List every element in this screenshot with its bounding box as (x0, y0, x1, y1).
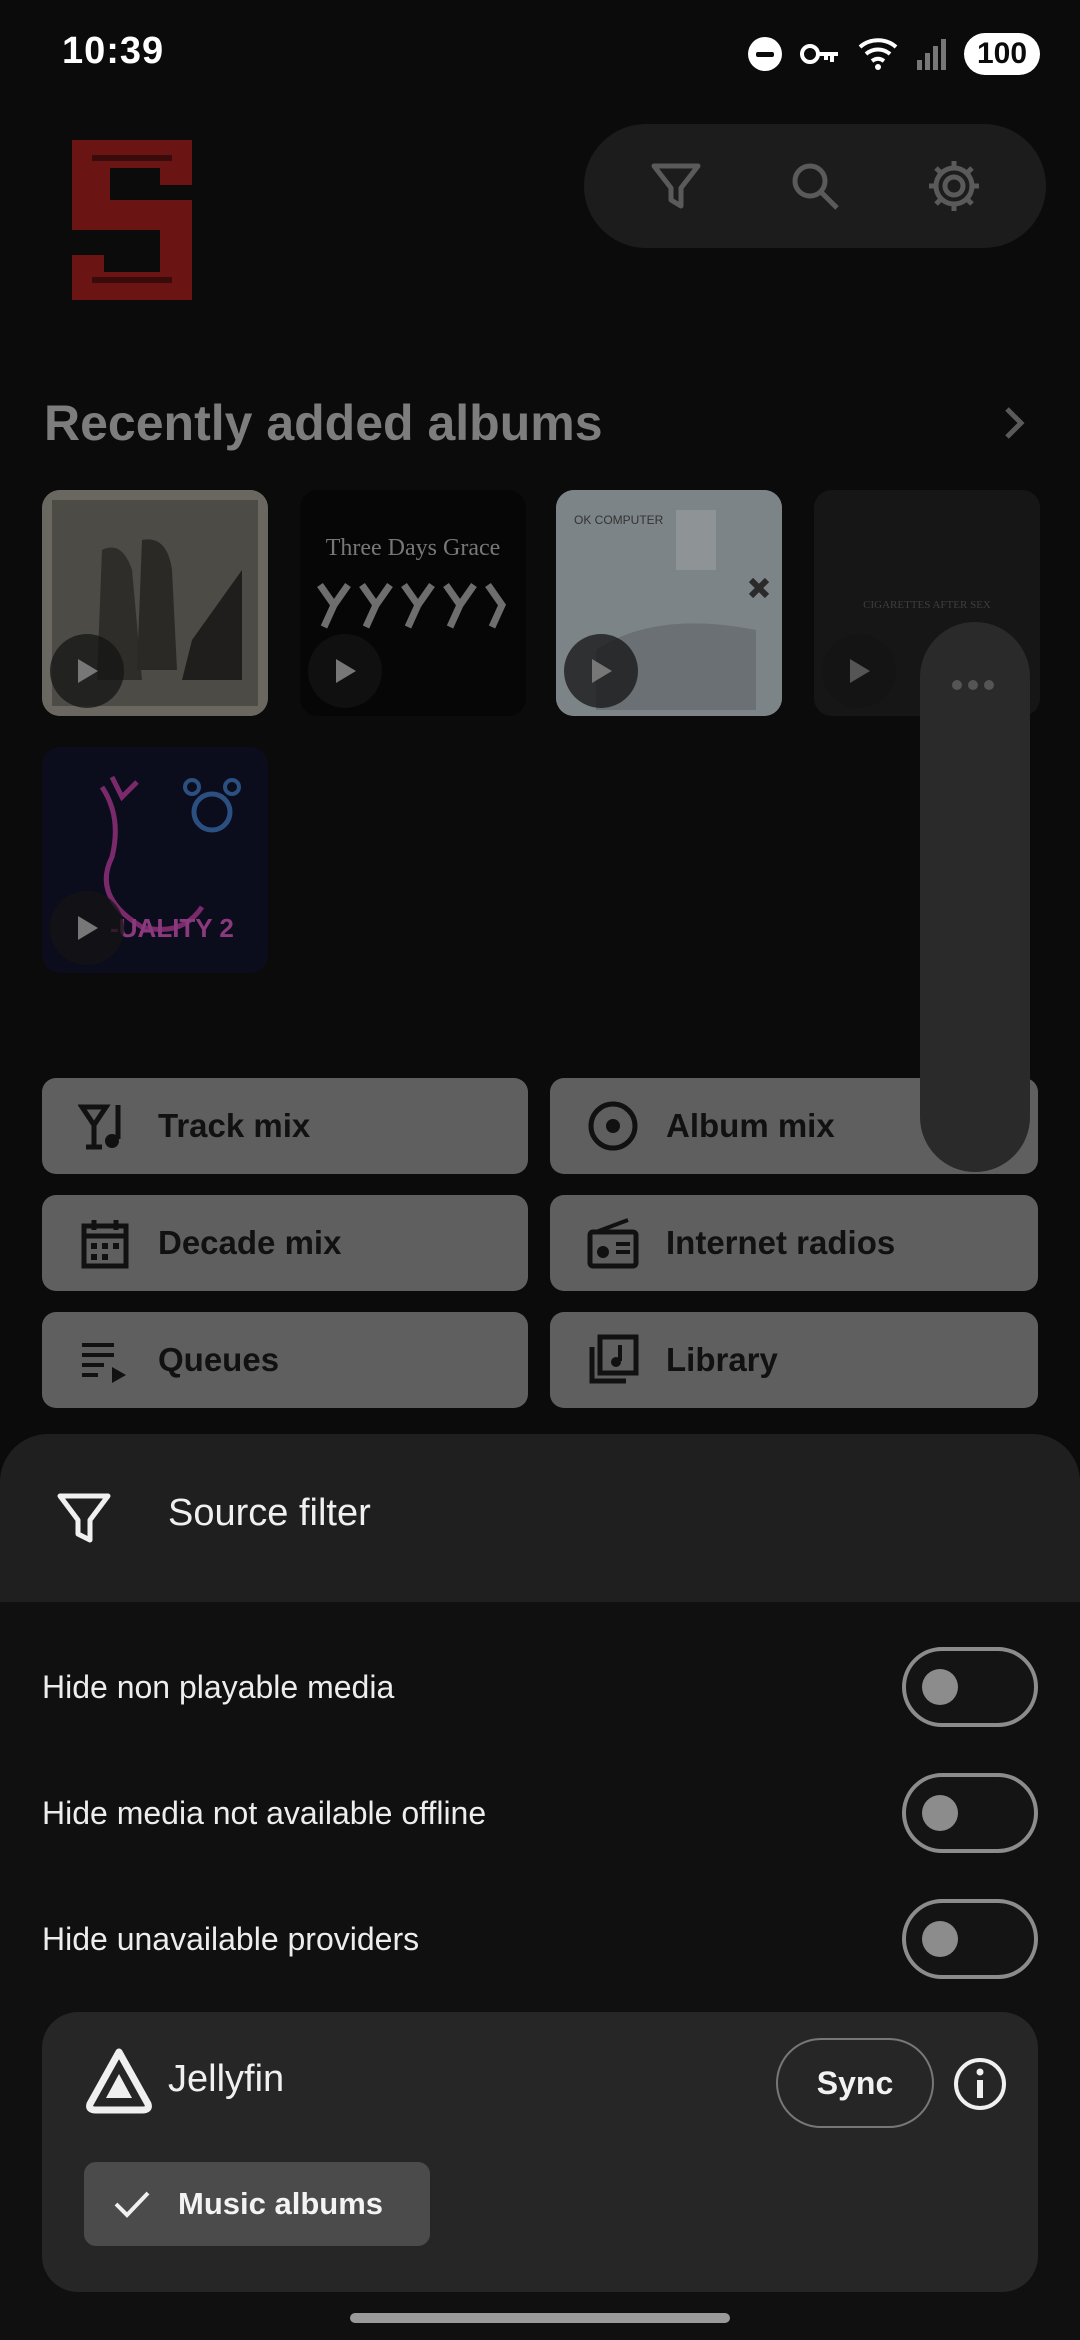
status-bar: 10:39 100 (0, 0, 1080, 110)
chevron-right-icon[interactable] (994, 403, 1034, 443)
library-label: Library (666, 1341, 778, 1378)
wifi-icon (858, 38, 898, 70)
switch-knob (922, 1921, 958, 1957)
vpn-key-icon (800, 44, 838, 64)
track-mix-icon (78, 1099, 132, 1153)
provider-name: Jellyfin (168, 2058, 285, 2100)
play-icon (336, 659, 356, 683)
library-icon (586, 1333, 640, 1387)
track-mix-button[interactable]: Track mix (42, 1078, 528, 1174)
provider-card: Jellyfin Sync Music albums (42, 2012, 1038, 2292)
calendar-icon (78, 1216, 132, 1270)
toggle-label: Hide unavailable providers (42, 1920, 420, 1957)
filter-button[interactable] (636, 146, 716, 226)
library-button[interactable]: Library (550, 1312, 1038, 1408)
radio-icon (586, 1216, 640, 1270)
gear-icon (929, 161, 980, 211)
status-time: 10:39 (62, 30, 165, 72)
check-icon (114, 2191, 150, 2218)
album-tile[interactable]: Three Days Grace (300, 490, 526, 716)
source-filter-sheet: Source filter Hide non playable media Hi… (0, 1434, 1080, 2340)
play-button[interactable] (50, 891, 124, 965)
filter-icon (651, 163, 701, 209)
sync-button[interactable]: Sync (776, 2038, 934, 2128)
decade-mix-button[interactable]: Decade mix (42, 1195, 528, 1291)
play-button[interactable] (308, 634, 382, 708)
home-screen: Recently added albums Three Days Grace O… (0, 110, 1080, 1440)
top-actions-bar (584, 124, 1046, 248)
album-mix-label: Album mix (666, 1107, 835, 1144)
play-icon (592, 659, 612, 683)
internet-radios-button[interactable]: Internet radios (550, 1195, 1038, 1291)
toggle-label: Hide non playable media (42, 1668, 395, 1705)
jellyfin-logo-icon (86, 2048, 152, 2114)
queues-label: Queues (158, 1341, 280, 1378)
play-button[interactable] (50, 634, 124, 708)
sheet-header: Source filter (0, 1434, 1080, 1602)
switch-knob (922, 1795, 958, 1831)
search-button[interactable] (775, 146, 855, 226)
app-logo (72, 140, 192, 300)
track-mix-label: Track mix (158, 1107, 311, 1144)
signal-icon (917, 39, 946, 70)
album-art-text: -UALITY 2 (110, 913, 234, 943)
floating-player-panel[interactable] (920, 622, 1030, 1172)
sheet-title: Source filter (168, 1492, 371, 1534)
play-icon (850, 659, 870, 683)
section-title: Recently added albums (44, 395, 603, 451)
status-icons: 100 (748, 32, 1040, 76)
album-tile[interactable]: -UALITY 2 (42, 747, 268, 973)
filter-icon (57, 1493, 111, 1543)
album-art-text: CIGARETTES AFTER SEX (863, 599, 991, 611)
music-albums-chip[interactable]: Music albums (84, 2162, 430, 2246)
more-icon[interactable] (952, 680, 994, 690)
hide-unavailable-providers-switch[interactable] (902, 1899, 1038, 1979)
album-tile[interactable]: OK COMPUTER (556, 490, 782, 716)
recently-added-header[interactable]: Recently added albums (44, 388, 1034, 458)
album-tile[interactable] (42, 490, 268, 716)
queue-icon (78, 1333, 132, 1387)
settings-button[interactable] (914, 146, 994, 226)
play-icon (78, 916, 98, 940)
album-mix-icon (586, 1099, 640, 1153)
home-indicator[interactable] (350, 2313, 730, 2323)
queues-button[interactable]: Queues (42, 1312, 528, 1408)
hide-non-playable-switch[interactable] (902, 1647, 1038, 1727)
battery-indicator: 100 (964, 33, 1040, 75)
play-icon (78, 659, 98, 683)
toggle-label: Hide media not available offline (42, 1794, 487, 1831)
toggle-hide-offline[interactable]: Hide media not available offline (42, 1768, 1038, 1858)
switch-knob (922, 1669, 958, 1705)
album-art-text: OK COMPUTER (574, 513, 664, 527)
album-art-text: Three Days Grace (326, 535, 501, 561)
chip-label: Music albums (178, 2186, 383, 2221)
hide-offline-switch[interactable] (902, 1773, 1038, 1853)
info-icon[interactable] (952, 2056, 1008, 2112)
decade-mix-label: Decade mix (158, 1224, 342, 1261)
internet-radios-label: Internet radios (666, 1224, 896, 1261)
search-icon (792, 163, 839, 210)
play-button[interactable] (564, 634, 638, 708)
toggle-hide-non-playable[interactable]: Hide non playable media (42, 1642, 1038, 1732)
play-button[interactable] (822, 634, 896, 708)
toggle-hide-unavailable-providers[interactable]: Hide unavailable providers (42, 1894, 1038, 1984)
do-not-disturb-icon (748, 37, 782, 71)
